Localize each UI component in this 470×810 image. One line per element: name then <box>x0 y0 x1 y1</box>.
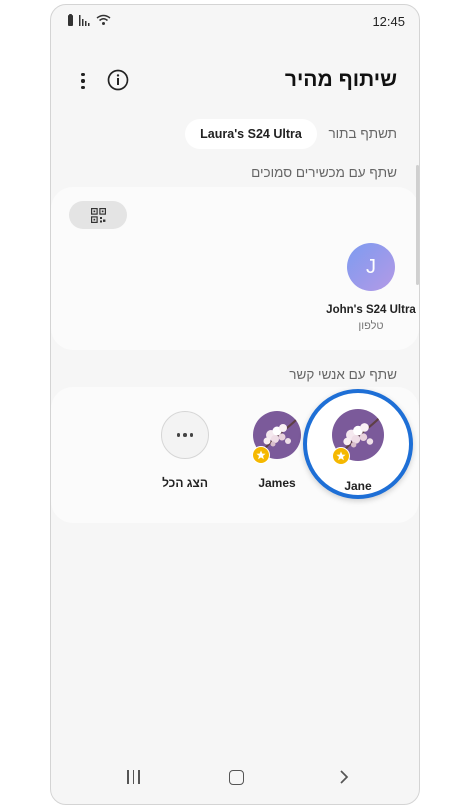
nearby-device-initial: J <box>366 255 376 278</box>
wifi-icon <box>96 13 111 31</box>
nearby-devices-card: J John's S24 Ultra טלפון <box>51 187 419 350</box>
status-icons <box>67 13 111 31</box>
more-options-button[interactable] <box>77 69 89 93</box>
scroll-indicator <box>416 165 419 285</box>
nearby-device-type: טלפון <box>358 320 384 332</box>
favorite-star-icon <box>332 447 350 465</box>
back-button[interactable] <box>336 769 352 785</box>
contact-jane[interactable]: Jane <box>303 389 413 499</box>
dot <box>183 433 187 437</box>
signal-icon <box>79 13 91 31</box>
show-all-label: הצג הכל <box>162 476 208 490</box>
nearby-device-avatar[interactable]: J <box>347 243 395 291</box>
favorite-star-icon <box>252 446 270 464</box>
back-chevron-icon <box>340 770 349 784</box>
nearby-device-name: John's S24 Ultra <box>326 304 416 316</box>
share-as-label: תשתף בתור <box>328 126 397 141</box>
qr-code-button[interactable] <box>69 201 127 229</box>
share-as-row: תשתף בתור Laura's S24 Ultra <box>51 119 419 149</box>
nearby-devices-label: שתף עם מכשירים סמוכים <box>251 165 397 180</box>
home-button[interactable] <box>229 770 244 785</box>
contacts-label: שתף עם אנשי קשר <box>289 367 397 382</box>
share-as-device-button[interactable]: Laura's S24 Ultra <box>185 119 317 149</box>
recents-button[interactable] <box>127 770 141 784</box>
more-horizontal-icon <box>161 411 209 459</box>
recents-bar <box>132 770 135 784</box>
contact-name: James <box>258 476 296 490</box>
info-button[interactable] <box>106 68 130 92</box>
more-dot-icon <box>81 72 85 77</box>
battery-icon <box>67 13 74 31</box>
recents-bar <box>138 770 140 784</box>
qr-code-icon <box>90 207 106 223</box>
dot <box>189 433 194 437</box>
recents-bar <box>127 770 129 784</box>
info-icon <box>107 69 129 91</box>
more-dot-icon <box>81 85 85 90</box>
more-dot-icon <box>81 79 85 83</box>
status-time: 12:45 <box>372 14 405 29</box>
contact-name: Jane <box>344 479 372 493</box>
status-bar: 12:45 <box>51 5 419 39</box>
app-header: שיתוף מהיר <box>51 60 419 104</box>
dot <box>176 433 181 437</box>
page-title: שיתוף מהיר <box>284 68 397 91</box>
navigation-bar <box>51 754 419 804</box>
